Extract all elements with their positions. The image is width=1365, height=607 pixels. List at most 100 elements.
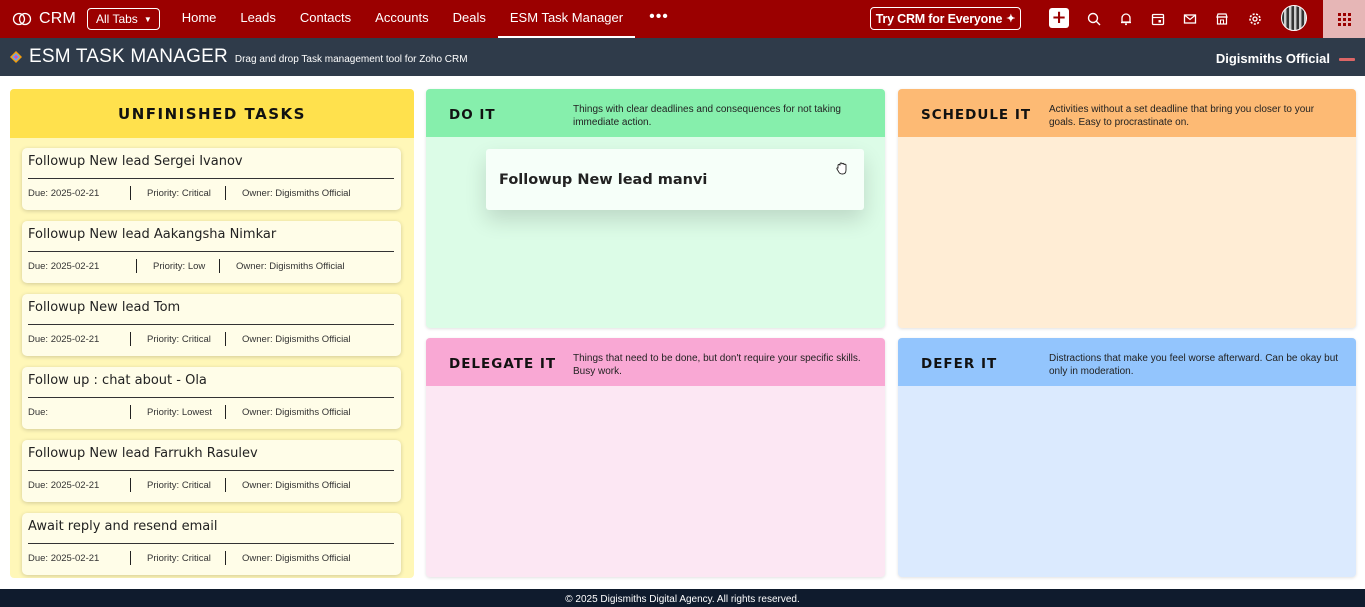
quadrant-title: DELEGATE IT xyxy=(449,356,557,372)
task-divider xyxy=(28,178,394,179)
dragging-task-title: Followup New lead manvi xyxy=(499,172,708,188)
calendar-icon[interactable] xyxy=(1148,9,1168,29)
task-priority: Priority: Low xyxy=(153,261,206,272)
task-title: Followup New lead Sergei Ivanov xyxy=(28,154,243,169)
task-priority: Priority: Critical xyxy=(147,334,211,345)
current-user-name: Digismiths Official xyxy=(1215,51,1330,66)
quadrant-description: Activities without a set deadline that b… xyxy=(1049,104,1315,128)
task-divider xyxy=(28,324,394,325)
meta-separator xyxy=(130,332,131,346)
meta-separator xyxy=(130,186,131,200)
task-due: Due: 2025-02-21 xyxy=(28,553,100,564)
all-tabs-label: All Tabs xyxy=(96,12,138,26)
mail-icon[interactable] xyxy=(1180,9,1200,29)
quadrant-header: DELEGATE IT Things that need to be done,… xyxy=(426,338,885,386)
grab-hand-icon xyxy=(836,162,847,175)
nav-tab-contacts[interactable]: Contacts xyxy=(288,0,363,38)
top-navigation-bar: CRM All Tabs ▼ Home Leads Contacts Accou… xyxy=(0,0,1365,38)
footer: © 2025 Digismiths Digital Agency. All ri… xyxy=(0,589,1365,607)
user-avatar[interactable] xyxy=(1281,5,1307,31)
task-owner: Owner: Digismiths Official xyxy=(242,188,351,199)
task-owner: Owner: Digismiths Official xyxy=(242,480,351,491)
quadrant-delegate-it[interactable]: DELEGATE IT Things that need to be done,… xyxy=(426,338,885,577)
marketplace-icon[interactable] xyxy=(1212,9,1232,29)
quadrant-header: DO IT Things with clear deadlines and co… xyxy=(426,89,885,137)
quadrant-schedule-it[interactable]: SCHEDULE IT Activities without a set dea… xyxy=(898,89,1356,328)
task-title: Followup New lead Farrukh Rasulev xyxy=(28,446,258,461)
meta-separator xyxy=(225,551,226,565)
quadrant-description: Distractions that make you feel worse af… xyxy=(1049,353,1339,377)
task-divider xyxy=(28,397,394,398)
task-divider xyxy=(28,470,394,471)
unfinished-tasks-title: UNFINISHED TASKS xyxy=(10,89,414,138)
task-due: Due: 2025-02-21 xyxy=(28,480,100,491)
quadrant-description: Things that need to be done, but don't r… xyxy=(573,353,861,377)
unfinished-tasks-column: UNFINISHED TASKS Followup New lead Serge… xyxy=(10,89,414,578)
quadrant-header: DEFER IT Distractions that make you feel… xyxy=(898,338,1356,386)
chevron-down-icon: ▼ xyxy=(143,14,152,24)
quadrant-description: Things with clear deadlines and conseque… xyxy=(573,104,841,128)
meta-separator xyxy=(130,478,131,492)
task-due: Due: 2025-02-21 xyxy=(28,188,100,199)
meta-separator xyxy=(225,186,226,200)
meta-separator xyxy=(130,405,131,419)
meta-separator xyxy=(136,259,137,273)
nav-tabs: Home Leads Contacts Accounts Deals ESM T… xyxy=(170,0,683,38)
meta-separator xyxy=(219,259,220,273)
app-title: ESM TASK MANAGER xyxy=(29,46,228,67)
quadrant-header: SCHEDULE IT Activities without a set dea… xyxy=(898,89,1356,137)
create-new-button[interactable]: + xyxy=(1049,8,1069,28)
task-title: Followup New lead Aakangsha Nimkar xyxy=(28,227,277,242)
grid-icon xyxy=(1337,12,1351,26)
quadrant-title: DO IT xyxy=(449,107,496,123)
task-owner: Owner: Digismiths Official xyxy=(242,407,351,418)
user-menu-handle[interactable] xyxy=(1339,58,1355,61)
nav-tab-accounts[interactable]: Accounts xyxy=(363,0,440,38)
crm-logo[interactable]: CRM xyxy=(12,10,82,28)
quadrant-defer-it[interactable]: DEFER IT Distractions that make you feel… xyxy=(898,338,1356,577)
task-card[interactable]: Follow up : chat about - Ola Due: Priori… xyxy=(22,367,401,429)
meta-separator xyxy=(130,551,131,565)
task-card[interactable]: Followup New lead Aakangsha Nimkar Due: … xyxy=(22,221,401,283)
zoho-cloud-icon xyxy=(12,12,32,26)
quadrant-title: DEFER IT xyxy=(921,356,998,372)
task-owner: Owner: Digismiths Official xyxy=(242,334,351,345)
nav-tab-deals[interactable]: Deals xyxy=(441,0,498,38)
task-priority: Priority: Critical xyxy=(147,188,211,199)
task-priority: Priority: Lowest xyxy=(147,407,212,418)
quadrant-title: SCHEDULE IT xyxy=(921,107,1032,123)
try-crm-button[interactable]: Try CRM for Everyone ✦ xyxy=(870,7,1021,30)
bell-icon[interactable] xyxy=(1116,9,1136,29)
task-owner: Owner: Digismiths Official xyxy=(236,261,345,272)
nav-tab-esm-task-manager[interactable]: ESM Task Manager xyxy=(497,0,636,38)
task-divider xyxy=(28,543,394,544)
search-icon[interactable] xyxy=(1084,9,1104,29)
gear-icon[interactable] xyxy=(1245,9,1265,29)
task-card[interactable]: Followup New lead Farrukh Rasulev Due: 2… xyxy=(22,440,401,502)
task-title: Follow up : chat about - Ola xyxy=(28,373,207,388)
task-card[interactable]: Await reply and resend email Due: 2025-0… xyxy=(22,513,401,575)
task-due: Due: 2025-02-21 xyxy=(28,261,100,272)
nav-tab-leads[interactable]: Leads xyxy=(228,0,287,38)
nav-tab-home[interactable]: Home xyxy=(170,0,229,38)
meta-separator xyxy=(225,332,226,346)
task-priority: Priority: Critical xyxy=(147,480,211,491)
brand-label: CRM xyxy=(39,10,77,27)
app-header: ESM TASK MANAGER Drag and drop Task mana… xyxy=(0,38,1365,76)
more-tabs-button[interactable]: ••• xyxy=(635,0,683,38)
task-priority: Priority: Critical xyxy=(147,553,211,564)
task-due: Due: xyxy=(28,407,49,418)
task-card[interactable]: Followup New lead Tom Due: 2025-02-21 Pr… xyxy=(22,294,401,356)
task-title: Await reply and resend email xyxy=(28,519,218,534)
app-launcher-button[interactable] xyxy=(1323,0,1365,38)
task-title: Followup New lead Tom xyxy=(28,300,181,315)
sparkle-icon: ✦ xyxy=(1006,13,1016,25)
try-crm-label: Try CRM for Everyone xyxy=(875,11,1003,26)
task-due: Due: 2025-02-21 xyxy=(28,334,100,345)
task-owner: Owner: Digismiths Official xyxy=(242,553,351,564)
dragging-task-card[interactable]: Followup New lead manvi xyxy=(486,149,864,210)
app-tagline: Drag and drop Task management tool for Z… xyxy=(234,54,468,65)
task-divider xyxy=(28,251,394,252)
all-tabs-dropdown[interactable]: All Tabs ▼ xyxy=(87,8,160,30)
task-card[interactable]: Followup New lead Sergei Ivanov Due: 202… xyxy=(22,148,401,210)
